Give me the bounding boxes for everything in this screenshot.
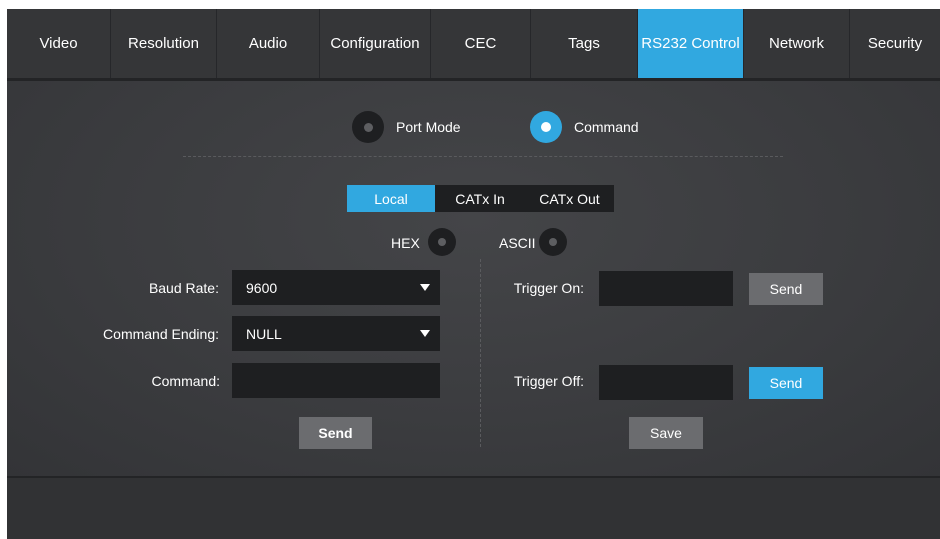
port-mode-radio[interactable]: [352, 111, 384, 143]
tab-bar: Video Resolution Audio Configuration CEC…: [7, 9, 940, 78]
baud-rate-select[interactable]: 9600: [232, 270, 440, 305]
trigger-on-send-button[interactable]: Send: [749, 273, 823, 305]
tab-audio[interactable]: Audio: [217, 9, 320, 78]
tab-resolution[interactable]: Resolution: [111, 9, 217, 78]
port-mode-label: Port Mode: [396, 119, 461, 135]
save-button[interactable]: Save: [629, 417, 703, 449]
ascii-label: ASCII: [499, 235, 536, 251]
command-ending-value: NULL: [246, 325, 282, 342]
rs232-panel: Port Mode Command Local CATx In CATx Out…: [7, 81, 940, 476]
app-frame: Video Resolution Audio Configuration CEC…: [7, 9, 940, 539]
trigger-off-label: Trigger Off:: [513, 373, 584, 389]
footer: [7, 478, 940, 539]
command-mode-label: Command: [574, 119, 639, 135]
trigger-off-send-button[interactable]: Send: [749, 367, 823, 399]
column-divider: [480, 259, 481, 447]
tab-rs232-control[interactable]: RS232 Control: [638, 9, 744, 78]
ascii-radio[interactable]: [539, 228, 567, 256]
trigger-off-input[interactable]: [599, 365, 733, 400]
command-ending-select[interactable]: NULL: [232, 316, 440, 351]
trigger-on-input[interactable]: [599, 271, 733, 306]
radio-dot-icon: [541, 122, 551, 132]
tab-configuration[interactable]: Configuration: [320, 9, 431, 78]
tab-catx-out[interactable]: CATx Out: [525, 185, 614, 212]
hex-radio[interactable]: [428, 228, 456, 256]
tab-security[interactable]: Security: [850, 9, 940, 78]
radio-dot-icon: [549, 238, 557, 246]
tab-tags[interactable]: Tags: [531, 9, 638, 78]
radio-dot-icon: [438, 238, 446, 246]
baud-rate-value: 9600: [246, 279, 278, 296]
hex-label: HEX: [391, 235, 420, 251]
command-send-button[interactable]: Send: [299, 417, 372, 449]
tab-network[interactable]: Network: [744, 9, 850, 78]
tab-video[interactable]: Video: [7, 9, 111, 78]
command-input[interactable]: [232, 363, 440, 398]
section-divider: [183, 156, 783, 157]
trigger-on-label: Trigger On:: [513, 280, 584, 296]
baud-rate-label: Baud Rate:: [148, 280, 219, 296]
tab-cec[interactable]: CEC: [431, 9, 531, 78]
chevron-down-icon: [420, 284, 430, 291]
chevron-down-icon: [420, 330, 430, 337]
tab-local[interactable]: Local: [347, 185, 435, 212]
command-ending-label: Command Ending:: [103, 326, 219, 342]
command-radio[interactable]: [530, 111, 562, 143]
radio-dot-icon: [363, 122, 373, 132]
command-label: Command:: [151, 373, 220, 389]
tab-catx-in[interactable]: CATx In: [435, 185, 525, 212]
